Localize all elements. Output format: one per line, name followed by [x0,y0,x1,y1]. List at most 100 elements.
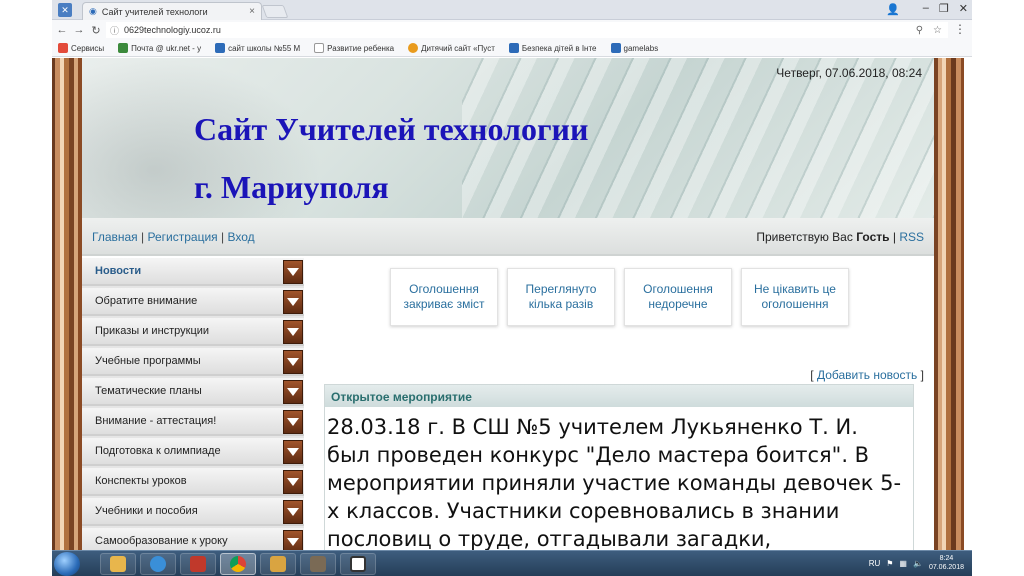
new-tab-button[interactable] [261,5,289,18]
header-datetime: Четверг, 07.06.2018, 08:24 [776,66,922,80]
bookmarks-bar: Сервисы Почта @ ukr.net - у сайт школы №… [52,40,972,57]
minimize-button[interactable]: – [923,2,929,15]
tab-title: Сайт учителей технологи [101,6,208,17]
chevron-down-icon[interactable] [283,320,303,344]
web-page: Четверг, 07.06.2018, 08:24 Сайт Учителей… [52,58,964,550]
taskbar-app[interactable] [180,553,216,575]
site-title: Сайт Учителей технологии г. Мариуполя [194,100,588,216]
window-controls: – ❐ ✕ [923,2,968,15]
sidebar-item-attestation[interactable]: Внимание - аттестация! [82,408,304,436]
app-red-icon [190,556,206,572]
chevron-down-icon[interactable] [283,530,303,550]
sidebar-item-lessons[interactable]: Конспекты уроков [82,468,304,496]
url-text: 0629technologiy.ucoz.ru [124,25,221,35]
volume-icon[interactable]: 🔈 [913,559,923,568]
chevron-down-icon[interactable] [283,290,303,314]
apps-grid-icon [58,43,68,53]
info-icon[interactable]: ⓘ [110,24,119,37]
start-button[interactable] [54,552,80,576]
taskbar-app[interactable] [260,553,296,575]
language-indicator[interactable]: RU [869,559,881,568]
news-title[interactable]: Открытое мероприятие [325,385,913,407]
paint-icon [270,556,286,572]
ucoz-icon [215,43,226,53]
taskbar-app[interactable] [140,553,176,575]
add-news: [ Добавить новость ] [810,368,924,382]
site-header: Четверг, 07.06.2018, 08:24 Сайт Учителей… [82,58,934,218]
chevron-down-icon[interactable] [283,380,303,404]
bookmark-item[interactable]: Сервисы [58,43,104,53]
gimp-icon [310,556,326,572]
sidebar-item-selfeducation[interactable]: Самообразование к уроку [82,528,304,550]
chevron-down-icon[interactable] [283,410,303,434]
taskbar-app[interactable] [220,553,256,575]
taskbar-app[interactable] [100,553,136,575]
forward-arrow-icon[interactable]: → [72,24,86,36]
flag-icon[interactable]: ⚑ [886,559,893,568]
browser-tab[interactable]: ◉ Сайт учителей технологи × [82,2,262,20]
ad-feedback-option[interactable]: Не цікавить це оголошення [741,268,849,326]
chevron-down-icon[interactable] [283,440,303,464]
sidebar-item-textbooks[interactable]: Учебники и пособия [82,498,304,526]
bookmark-item[interactable]: Развитие ребенка [314,43,394,53]
bookmark-item[interactable]: gamelabs [610,43,658,53]
ad-feedback-option[interactable]: Оголошення закриває зміст [390,268,498,326]
rss-link[interactable]: RSS [899,230,924,244]
bookmark-item[interactable]: Почта @ ukr.net - у [118,43,201,53]
news-body: 28.03.18 г. В СШ №5 учителем Лукьяненко … [327,415,902,550]
sidebar-item-news[interactable]: Новости [82,258,304,286]
sidebar-item-plans[interactable]: Тематические планы [82,378,304,406]
browser-menu-icon[interactable]: ⋮ [954,22,966,36]
main-content: Оголошення закриває зміст Переглянуто кі… [304,258,934,550]
bookmark-item[interactable]: сайт школы №55 М [215,43,300,53]
bookmark-item[interactable]: Безпека дітей в Інте [508,43,597,53]
network-icon[interactable]: ▦ [899,559,907,568]
profile-icon[interactable]: 👤 [886,3,900,16]
back-arrow-icon[interactable]: ← [55,24,69,36]
decorative-column-right [934,58,964,550]
nav-login-link[interactable]: Вход [227,230,254,244]
sidebar-menu: Новости Обратите внимание Приказы и инст… [82,258,304,550]
bookmark-star-icon[interactable]: ☆ [933,25,942,36]
chevron-down-icon[interactable] [283,260,303,284]
sidebar-item-attention[interactable]: Обратите внимание [82,288,304,316]
sidebar-item-olympiad[interactable]: Подготовка к олимпиаде [82,438,304,466]
browser-tabstrip: ✕ ◉ Сайт учителей технологи × 👤 – ❐ ✕ [52,0,972,20]
greeting-text: Приветствую Вас [756,230,853,244]
app-icon[interactable]: ✕ [58,3,72,17]
page-icon [314,43,325,53]
bookmark-item[interactable]: Дитячий сайт «Пуст [408,43,495,53]
reload-icon[interactable]: ↻ [89,24,103,37]
safety-icon [508,43,519,53]
ad-feedback-option[interactable]: Переглянуто кілька разів [507,268,615,326]
nav-greeting: Приветствую Вас Гость | RSS [756,230,924,244]
browser-toolbar: ← → ↻ ⓘ 0629technologiy.ucoz.ru ⚲ ☆ [52,20,972,40]
restore-button[interactable]: ❐ [939,2,949,15]
chrome-icon [230,556,246,572]
chevron-down-icon[interactable] [283,470,303,494]
chevron-down-icon[interactable] [283,350,303,374]
nav-home-link[interactable]: Главная [92,230,138,244]
close-window-button[interactable]: ✕ [959,2,968,15]
nav-register-link[interactable]: Регистрация [148,230,218,244]
add-news-link[interactable]: Добавить новость [817,368,917,382]
clock[interactable]: 8:24 07.06.2018 [929,554,964,572]
kids-site-icon [408,43,419,53]
chevron-down-icon[interactable] [283,500,303,524]
site-title-line1: Сайт Учителей технологии [194,111,589,147]
taskbar-app[interactable] [300,553,336,575]
sidebar-item-orders[interactable]: Приказы и инструкции [82,318,304,346]
decorative-column-left [52,58,82,550]
sidebar-item-programs[interactable]: Учебные программы [82,348,304,376]
site-title-line2: г. Мариуполя [194,169,389,205]
window-icon [350,556,366,572]
news-entry: Открытое мероприятие 28.03.18 г. В СШ №5… [324,384,914,550]
address-bar[interactable]: ⓘ 0629technologiy.ucoz.ru ⚲ ☆ [106,22,948,38]
user-name: Гость [856,230,890,244]
tab-favicon-icon: ◉ [89,6,97,16]
ie-icon [150,556,166,572]
tab-close-icon[interactable]: × [249,6,255,17]
ad-feedback-option[interactable]: Оголошення недоречне [624,268,732,326]
taskbar-app[interactable] [340,553,376,575]
zoom-search-icon[interactable]: ⚲ [916,25,923,36]
